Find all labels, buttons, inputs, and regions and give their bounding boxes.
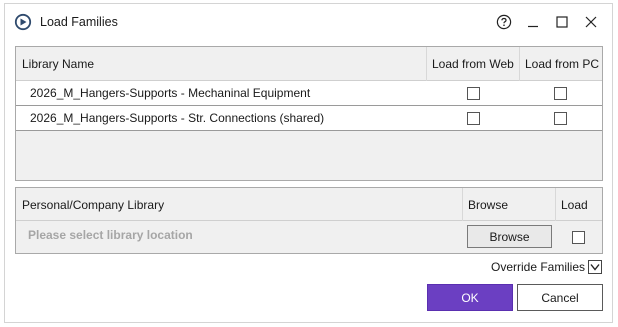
library-location-placeholder[interactable]: Please select library location: [28, 221, 193, 249]
override-families-checkbox[interactable]: [588, 260, 602, 274]
load-from-pc-checkbox[interactable]: [554, 87, 567, 100]
check-icon: [590, 264, 600, 271]
library-name: 2026_M_Hangers-Supports - Mechaninal Equ…: [30, 86, 311, 100]
column-header-load: Load: [561, 197, 588, 212]
help-icon[interactable]: [494, 12, 514, 32]
column-header-browse: Browse: [468, 197, 509, 212]
load-families-dialog: Load Families Library Name Load from Web: [4, 3, 613, 323]
web-library-table: Library Name Load from Web Load from PC …: [15, 46, 603, 181]
maximize-icon[interactable]: [552, 12, 572, 32]
personal-library-table: Personal/Company Library Browse Load Ple…: [15, 187, 603, 254]
table-row[interactable]: 2026_M_Hangers-Supports - Mechaninal Equ…: [16, 81, 602, 106]
column-divider: [462, 188, 463, 221]
table-row[interactable]: 2026_M_Hangers-Supports - Str. Connectio…: [16, 106, 602, 131]
column-header-load-from-web[interactable]: Load from Web: [432, 47, 514, 81]
column-divider: [555, 188, 556, 221]
ok-button[interactable]: OK: [427, 284, 513, 311]
dialog-title: Load Families: [40, 15, 118, 29]
personal-library-row: Please select library location Browse: [16, 221, 602, 253]
load-checkbox[interactable]: [572, 231, 585, 244]
close-icon[interactable]: [581, 12, 601, 32]
personal-table-header: Personal/Company Library Browse Load: [16, 188, 602, 221]
library-name: 2026_M_Hangers-Supports - Str. Connectio…: [30, 111, 325, 125]
cancel-button[interactable]: Cancel: [517, 284, 603, 311]
browse-button[interactable]: Browse: [467, 225, 552, 248]
column-header-library-name[interactable]: Library Name: [22, 47, 94, 81]
title-bar: Load Families: [5, 4, 612, 40]
load-from-web-checkbox[interactable]: [467, 87, 480, 100]
minimize-icon[interactable]: [523, 12, 543, 32]
column-divider: [426, 47, 427, 81]
web-table-header: Library Name Load from Web Load from PC: [16, 47, 602, 81]
load-from-pc-checkbox[interactable]: [554, 112, 567, 125]
column-divider: [519, 47, 520, 81]
load-from-web-checkbox[interactable]: [467, 112, 480, 125]
column-header-load-from-pc[interactable]: Load from PC: [525, 47, 599, 81]
table-empty-area: [16, 131, 602, 180]
app-logo-icon: [14, 13, 32, 31]
column-header-personal-library: Personal/Company Library: [22, 197, 165, 212]
override-families-label: Override Families: [491, 260, 586, 274]
